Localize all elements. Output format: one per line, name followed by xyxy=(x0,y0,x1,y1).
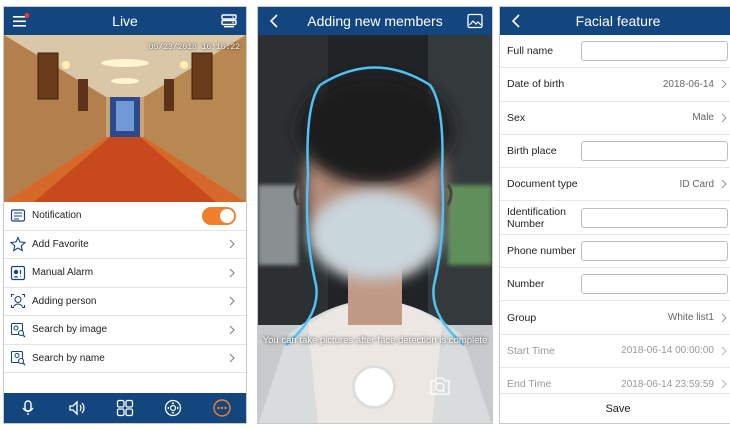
form-row-birth-place: Birth place xyxy=(500,135,730,169)
field-label: End Time xyxy=(507,378,552,391)
menu-item-search-by-name[interactable]: Search by name xyxy=(4,345,246,373)
field-label: Start Time xyxy=(507,344,555,357)
toggle-knob xyxy=(220,208,234,223)
form-row-document-type[interactable]: Document type ID Card xyxy=(500,168,730,202)
live-menu: Notification Add Favorite Manual Alarm A… xyxy=(4,202,246,373)
live-bottom-toolbar xyxy=(4,393,246,423)
save-bar: Save xyxy=(500,393,730,423)
switch-camera-icon[interactable] xyxy=(428,375,452,397)
sex-value: Male xyxy=(692,112,714,124)
menu-item-label: Search by image xyxy=(32,324,108,336)
form-row-number: Number xyxy=(500,268,730,302)
menu-item-search-by-image[interactable]: Search by image xyxy=(4,316,246,345)
field-label: Group xyxy=(507,311,537,324)
shutter-button[interactable] xyxy=(352,365,396,409)
chevron-right-icon xyxy=(229,325,235,335)
field-label: Phone number xyxy=(507,244,576,257)
speaker-icon[interactable] xyxy=(67,398,87,418)
group-value: White list1 xyxy=(667,312,714,324)
menu-item-label: Add Favorite xyxy=(32,238,89,250)
form-row-start-time[interactable]: Start Time 2018-06-14 00:00:00 xyxy=(500,335,730,368)
microphone-icon[interactable] xyxy=(18,398,38,418)
hallway-video-frame xyxy=(4,35,246,202)
field-label: Birth place xyxy=(507,145,557,158)
image-search-icon xyxy=(10,322,26,338)
alarm-icon xyxy=(10,265,26,280)
chevron-right-icon xyxy=(229,296,235,306)
camera-preview: You can take pictures after face detecti… xyxy=(258,35,492,423)
form-row-full-name: Full name xyxy=(500,35,730,69)
notification-icon xyxy=(10,209,26,222)
end-time-value: 2018-06-14 23:59:59 xyxy=(621,378,714,390)
page-title: Live xyxy=(112,13,138,29)
phone-number-input[interactable] xyxy=(581,240,728,261)
field-label: Date of birth xyxy=(507,78,565,91)
add-member-screen: Adding new members You can take pictures… xyxy=(257,6,493,424)
device-list-icon[interactable] xyxy=(220,12,238,30)
page-title: Facial feature xyxy=(575,13,661,29)
chevron-right-icon xyxy=(721,113,727,123)
chevron-right-icon xyxy=(721,179,727,189)
menu-item-label: Manual Alarm xyxy=(32,267,94,279)
full-name-input[interactable] xyxy=(581,41,728,62)
notification-toggle[interactable] xyxy=(202,206,236,225)
form-row-date-of-birth[interactable]: Date of birth 2018-06-14 xyxy=(500,68,730,102)
date-of-birth-value: 2018-06-14 xyxy=(662,78,714,90)
identification-number-input[interactable] xyxy=(581,207,728,228)
back-icon[interactable] xyxy=(508,12,526,30)
form-row-phone-number: Phone number xyxy=(500,235,730,269)
start-time-value: 2018-06-14 00:00:00 xyxy=(621,345,714,357)
name-search-icon xyxy=(10,351,26,366)
grid-icon[interactable] xyxy=(115,398,135,418)
field-label: Document type xyxy=(507,178,578,191)
save-button[interactable]: Save xyxy=(605,403,630,415)
number-input[interactable] xyxy=(581,274,728,295)
menu-item-label: Search by name xyxy=(32,352,105,364)
more-icon[interactable] xyxy=(212,398,232,418)
add-member-navbar: Adding new members xyxy=(258,7,492,35)
facial-feature-form: Full name Date of birth 2018-06-14 Sex M… xyxy=(500,35,730,402)
gallery-icon[interactable] xyxy=(466,12,484,30)
face-detection-tip: You can take pictures after face detecti… xyxy=(262,335,488,346)
ptz-icon[interactable] xyxy=(163,398,183,418)
form-row-group[interactable]: Group White list1 xyxy=(500,301,730,335)
live-navbar: Live xyxy=(4,7,246,35)
chevron-right-icon xyxy=(721,379,727,389)
menu-item-adding-person[interactable]: Adding person xyxy=(4,288,246,316)
document-type-value: ID Card xyxy=(679,178,714,190)
menu-item-manual-alarm[interactable]: Manual Alarm xyxy=(4,259,246,288)
chevron-right-icon xyxy=(721,80,727,89)
facial-feature-navbar: Facial feature xyxy=(500,7,730,35)
back-icon[interactable] xyxy=(266,12,284,30)
chevron-right-icon xyxy=(721,313,727,322)
chevron-right-icon xyxy=(721,346,727,356)
birth-place-input[interactable] xyxy=(581,141,728,162)
menu-item-add-favorite[interactable]: Add Favorite xyxy=(4,231,246,259)
video-timestamp: 05/23/2018 16:16:22 xyxy=(148,43,240,52)
field-label: Sex xyxy=(507,111,526,124)
add-person-icon xyxy=(10,294,26,309)
field-label: Full name xyxy=(507,45,554,58)
form-row-sex[interactable]: Sex Male xyxy=(500,102,730,135)
menu-item-notification[interactable]: Notification xyxy=(4,202,246,231)
field-label: Number xyxy=(507,278,545,291)
live-screen: Live 05/23/2018 16:16:22 Notification Ad… xyxy=(3,6,247,424)
menu-icon[interactable] xyxy=(12,12,30,30)
menu-item-label: Adding person xyxy=(32,295,97,307)
facial-feature-screen: Facial feature Full name Date of birth 2… xyxy=(499,6,730,424)
star-icon xyxy=(10,236,26,252)
page-title: Adding new members xyxy=(307,13,443,29)
live-video[interactable]: 05/23/2018 16:16:22 xyxy=(4,35,246,202)
chevron-right-icon xyxy=(229,239,235,249)
chevron-right-icon xyxy=(229,268,235,278)
menu-item-label: Notification xyxy=(32,210,82,222)
field-label: Identification Number xyxy=(507,205,566,230)
form-row-identification-number: Identification Number xyxy=(500,201,730,235)
chevron-right-icon xyxy=(229,353,235,363)
